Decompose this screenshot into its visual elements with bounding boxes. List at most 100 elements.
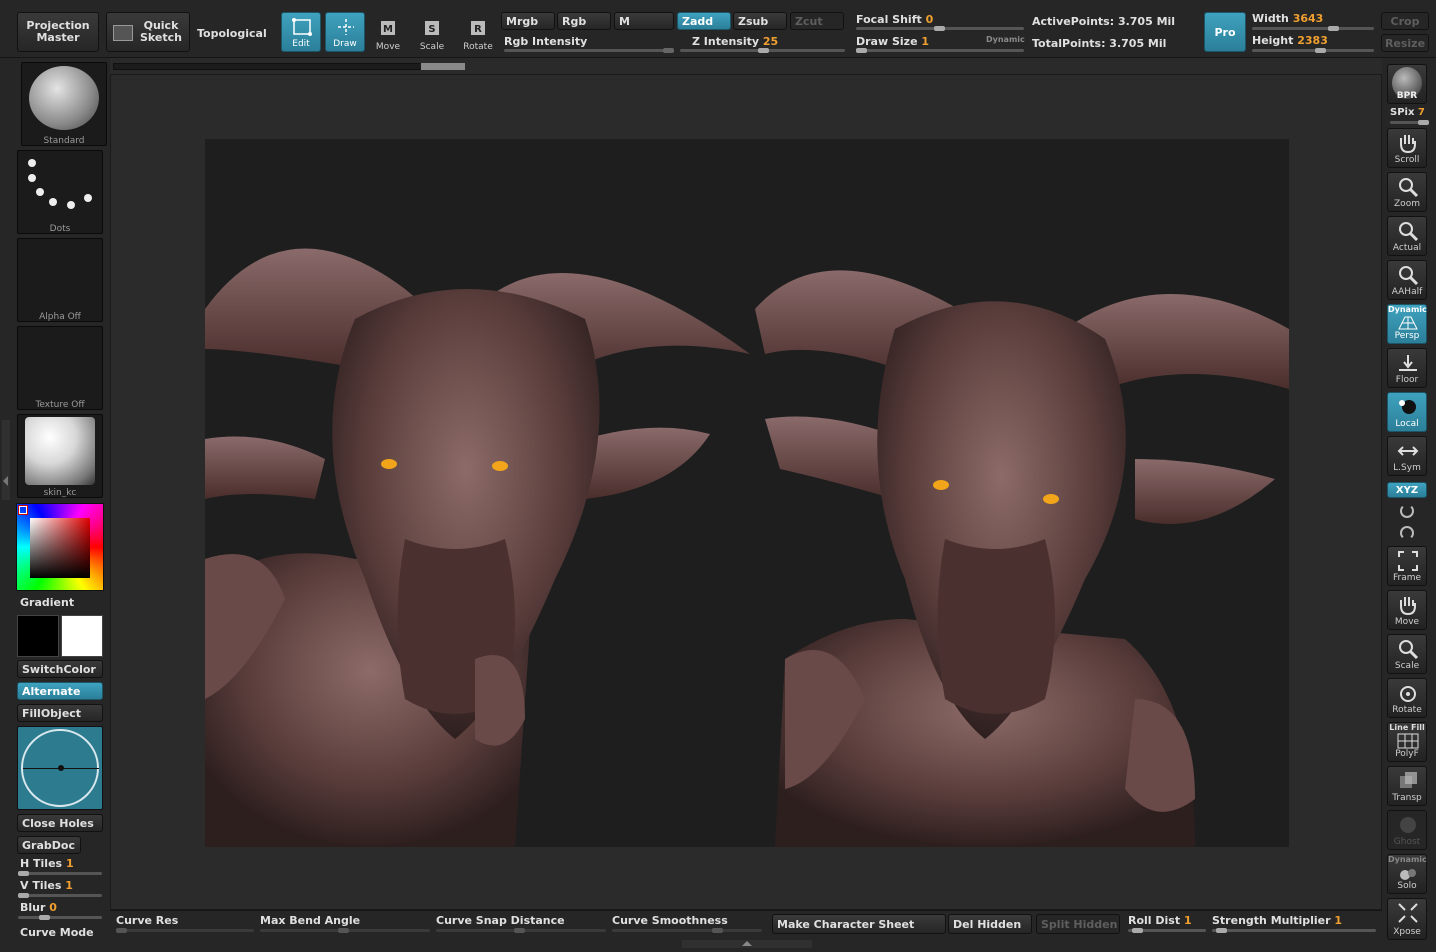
crop-button[interactable]: Crop	[1381, 12, 1429, 30]
document-render[interactable]	[205, 139, 1289, 847]
material-thumbnail[interactable]: skin_kc	[17, 414, 103, 498]
blur-label[interactable]: Blur 0	[20, 901, 57, 914]
strength-multiplier-label[interactable]: Strength Multiplier 1	[1212, 914, 1342, 927]
zoom-button[interactable]: Zoom	[1387, 172, 1427, 212]
m-button[interactable]: M	[614, 12, 674, 30]
secondary-color-swatch[interactable]	[61, 615, 103, 657]
mrgb-button[interactable]: Mrgb	[501, 12, 555, 30]
zsub-button[interactable]: Zsub	[733, 12, 787, 30]
actual-button[interactable]: Actual	[1387, 216, 1427, 256]
width-label[interactable]: Width 3643	[1252, 12, 1323, 25]
local-button[interactable]: Local	[1387, 392, 1427, 432]
rgb-button[interactable]: Rgb	[557, 12, 611, 30]
curve-res-label[interactable]: Curve Res	[116, 914, 178, 927]
navigation-sphere[interactable]	[17, 726, 103, 810]
persp-button[interactable]: Dynamic Persp	[1387, 304, 1427, 344]
focal-shift-slider[interactable]	[856, 26, 1024, 31]
brush-thumbnail[interactable]: Standard	[21, 62, 107, 146]
pro-button[interactable]: Pro	[1204, 12, 1246, 52]
curve-res-slider[interactable]	[116, 928, 254, 933]
curve-snap-distance-label[interactable]: Curve Snap Distance	[436, 914, 565, 927]
v-tiles-label[interactable]: V Tiles 1	[20, 879, 73, 892]
blur-slider[interactable]	[18, 915, 102, 920]
spix-label[interactable]: SPix 7	[1390, 107, 1425, 118]
z-intensity-slider[interactable]	[680, 48, 845, 53]
curve-snap-distance-slider[interactable]	[436, 928, 606, 933]
lsym-button[interactable]: L.Sym	[1387, 436, 1427, 476]
make-character-sheet-button[interactable]: Make Character Sheet	[772, 914, 946, 934]
aahalf-button[interactable]: AAHalf	[1387, 260, 1427, 300]
xyz-button[interactable]: XYZ	[1387, 482, 1427, 498]
del-hidden-button[interactable]: Del Hidden	[948, 914, 1032, 934]
draw-size-label[interactable]: Draw Size 1	[856, 35, 929, 48]
left-tray-arrow-icon[interactable]	[3, 476, 8, 486]
width-slider[interactable]	[1252, 26, 1374, 31]
rotate-button[interactable]: R Rotate	[460, 14, 496, 52]
focal-shift-label[interactable]: Focal Shift 0	[856, 13, 933, 26]
scale-view-button[interactable]: Scale	[1387, 634, 1427, 674]
fill-object-button[interactable]: FillObject	[17, 704, 103, 722]
z-intensity-label[interactable]: Z Intensity 25	[692, 35, 778, 48]
alternate-button[interactable]: Alternate	[17, 682, 103, 700]
curve-smoothness-label[interactable]: Curve Smoothness	[612, 914, 728, 927]
curve-mode-label[interactable]: Curve Mode	[20, 926, 94, 939]
v-tiles-slider[interactable]	[18, 893, 102, 898]
height-slider[interactable]	[1252, 48, 1374, 53]
rgb-intensity-slider[interactable]	[504, 48, 674, 53]
bottom-tray-arrow-icon[interactable]	[742, 941, 752, 946]
document-tab-active[interactable]	[421, 63, 465, 70]
solo-button[interactable]: Dynamic Solo	[1387, 854, 1427, 894]
move-button[interactable]: M Move	[370, 14, 406, 52]
resize-button[interactable]: Resize	[1381, 34, 1429, 52]
alpha-thumbnail[interactable]: Alpha Off	[17, 238, 103, 322]
max-bend-angle-label[interactable]: Max Bend Angle	[260, 914, 360, 927]
split-hidden-button[interactable]: Split Hidden	[1036, 914, 1120, 934]
scroll-button[interactable]: Scroll	[1387, 128, 1427, 168]
floor-button[interactable]: Floor	[1387, 348, 1427, 388]
spix-slider[interactable]	[1390, 120, 1429, 125]
roll-dist-label[interactable]: Roll Dist 1	[1128, 914, 1192, 927]
height-label[interactable]: Height 2383	[1252, 34, 1328, 47]
quick-sketch-button[interactable]: Quick Sketch	[106, 12, 190, 52]
dynamic-toggle[interactable]: Dynamic	[986, 35, 1025, 44]
rgb-intensity-label[interactable]: Rgb Intensity	[504, 35, 587, 48]
polyf-button[interactable]: Line Fill PolyF	[1387, 722, 1427, 762]
frame-button[interactable]: Frame	[1387, 546, 1427, 586]
zoom-magnifier-icon	[1399, 178, 1419, 198]
color-picker-square[interactable]	[30, 518, 90, 578]
zcut-button[interactable]: Zcut	[790, 12, 844, 30]
texture-thumbnail[interactable]: Texture Off	[17, 326, 103, 410]
grabdoc-button[interactable]: GrabDoc	[17, 836, 81, 854]
h-tiles-label[interactable]: H Tiles 1	[20, 857, 74, 870]
max-bend-angle-slider[interactable]	[260, 928, 430, 933]
close-holes-button[interactable]: Close Holes	[17, 814, 103, 832]
topological-label[interactable]: Topological	[197, 27, 267, 40]
rotate-view-button[interactable]: Rotate	[1387, 678, 1427, 718]
stroke-thumbnail[interactable]: Dots	[17, 150, 103, 234]
move-view-button[interactable]: Move	[1387, 590, 1427, 630]
left-tray-handle[interactable]	[2, 420, 10, 500]
ghost-button[interactable]: Ghost	[1387, 810, 1427, 850]
color-picker-selector[interactable]	[18, 505, 28, 515]
roll-dist-slider[interactable]	[1128, 928, 1206, 933]
curve-smoothness-slider[interactable]	[612, 928, 762, 933]
transp-button[interactable]: Transp	[1387, 766, 1427, 806]
rotate-y-icon[interactable]	[1400, 504, 1414, 518]
strength-multiplier-slider[interactable]	[1212, 928, 1376, 933]
draw-size-slider[interactable]	[856, 48, 1024, 53]
color-picker[interactable]	[16, 503, 104, 591]
pro-label: Pro	[1214, 25, 1236, 39]
draw-button[interactable]: Draw	[325, 12, 365, 52]
zadd-button[interactable]: Zadd	[677, 12, 731, 30]
document-tabs-strip[interactable]	[113, 63, 465, 70]
xpose-button[interactable]: Xpose	[1387, 898, 1427, 940]
bpr-button[interactable]: BPR	[1387, 64, 1427, 104]
switch-color-button[interactable]: SwitchColor	[17, 660, 103, 678]
rotate-z-icon[interactable]	[1400, 526, 1414, 540]
gradient-label[interactable]: Gradient	[20, 596, 74, 609]
edit-button[interactable]: Edit	[281, 12, 321, 52]
main-color-swatch[interactable]	[17, 615, 59, 657]
projection-master-button[interactable]: Projection Master	[17, 12, 99, 52]
h-tiles-slider[interactable]	[18, 871, 102, 876]
scale-button[interactable]: S Scale	[414, 14, 450, 52]
